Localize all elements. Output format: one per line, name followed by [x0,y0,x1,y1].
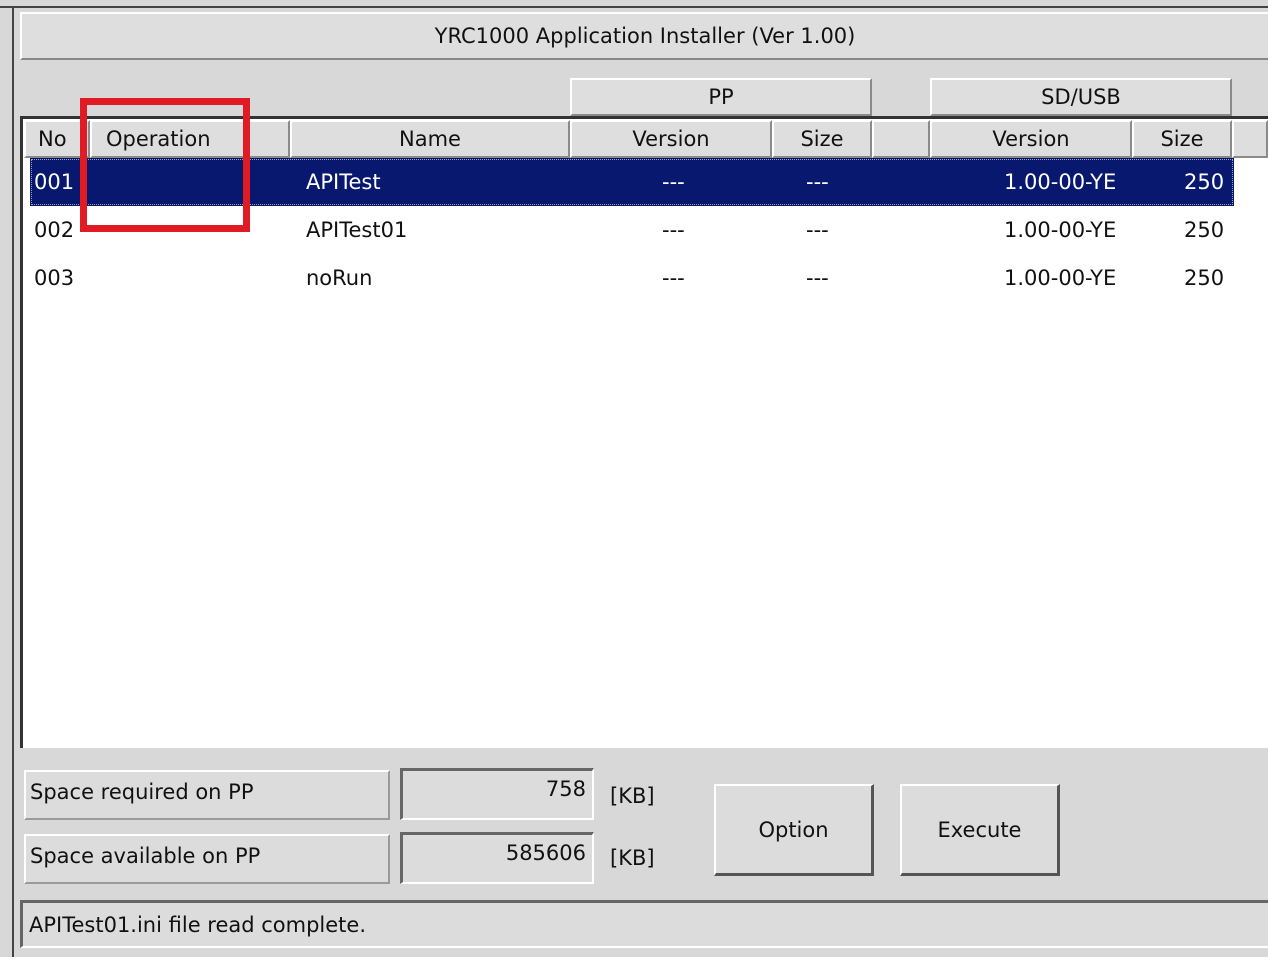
column-header-pp-size[interactable]: Size [772,120,872,158]
column-header-sd-version[interactable]: Version [930,120,1132,158]
execute-button[interactable]: Execute [900,784,1060,876]
installer-window: YRC1000 Application Installer (Ver 1.00)… [0,0,1268,957]
space-required-value: 758 [400,768,594,820]
window-title: YRC1000 Application Installer (Ver 1.00) [20,12,1268,60]
column-header-sd-size[interactable]: Size [1132,120,1232,158]
space-available-label: Space available on PP [24,834,390,884]
row-pp-size: --- [806,218,829,242]
column-header-filler [1232,120,1268,158]
row-pp-version: --- [662,170,685,194]
window-left-edge [12,6,14,957]
group-header-sd-usb: SD/USB [930,78,1232,116]
row-no: 001 [34,170,75,194]
row-pp-version: --- [662,218,685,242]
row-sd-size: 250 [1184,170,1225,194]
column-header-name[interactable]: Name [290,120,570,158]
table-row[interactable]: 003 noRun --- --- 1.00-00-YE 250 [30,254,1234,302]
group-header-pp: PP [570,78,872,116]
status-message: APITest01.ini file read complete. [29,912,367,937]
row-sd-version: 1.00-00-YE [1004,170,1117,194]
row-sd-size: 250 [1184,266,1225,290]
option-button[interactable]: Option [714,784,874,876]
column-header-spacer [872,120,930,158]
row-name: noRun [306,266,373,290]
row-sd-size: 250 [1184,218,1225,242]
row-name: APITest [306,170,381,194]
space-required-label: Space required on PP [24,770,390,820]
row-pp-size: --- [806,170,829,194]
status-bar: APITest01.ini file read complete. [20,900,1268,948]
column-header-pp-version[interactable]: Version [570,120,772,158]
row-sd-version: 1.00-00-YE [1004,266,1117,290]
space-available-value: 585606 [400,832,594,884]
space-available-unit: [KB] [610,846,655,870]
window-top-edge [0,6,1268,8]
row-pp-version: --- [662,266,685,290]
row-no: 003 [34,266,75,290]
row-pp-size: --- [806,266,829,290]
row-sd-version: 1.00-00-YE [1004,218,1117,242]
space-required-unit: [KB] [610,784,655,808]
row-no: 002 [34,218,75,242]
row-name: APITest01 [306,218,408,242]
operation-highlight-box [80,98,250,232]
